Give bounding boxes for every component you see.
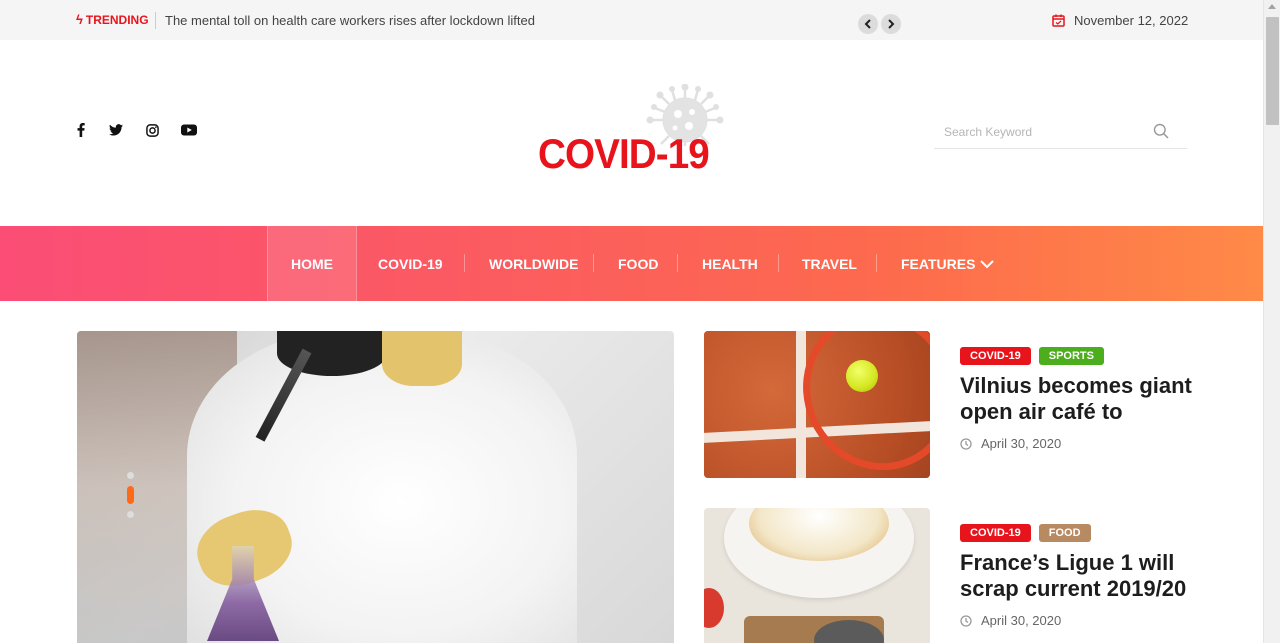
nav-item-home[interactable]: HOME: [267, 226, 357, 301]
slider-dot-active[interactable]: [127, 486, 134, 504]
chevron-right-icon: [888, 19, 895, 29]
article-thumbnail[interactable]: [704, 508, 930, 643]
article-date: April 30, 2020: [981, 436, 1062, 451]
search-input[interactable]: [944, 125, 1144, 139]
facebook-icon: [77, 123, 85, 137]
facebook-link[interactable]: [73, 122, 89, 138]
search-icon[interactable]: [1153, 123, 1169, 139]
main-nav: HOME COVID-19 WORLDWIDE FOOD HEALTH TRAV…: [0, 226, 1263, 301]
article-thumbnail[interactable]: [704, 331, 930, 478]
top-bar: ϟ TRENDING The mental toll on health car…: [0, 0, 1263, 40]
nav-divider: [677, 254, 678, 272]
site-logo[interactable]: COVID-19: [538, 84, 728, 177]
scroll-up-arrow[interactable]: [1268, 4, 1276, 9]
calendar-icon: [1052, 14, 1065, 27]
trending-divider: [155, 12, 156, 29]
tag-covid-19[interactable]: COVID-19: [960, 524, 1031, 542]
nav-divider: [593, 254, 594, 272]
clock-icon: [960, 614, 972, 627]
nav-item-travel[interactable]: TRAVEL: [802, 226, 857, 301]
chevron-down-icon: [980, 259, 995, 268]
twitter-icon: [109, 124, 123, 136]
trending-next-button[interactable]: [881, 14, 901, 34]
scroll-thumb[interactable]: [1266, 17, 1279, 125]
page-scrollbar[interactable]: [1263, 0, 1280, 643]
clock-icon: [960, 437, 972, 450]
nav-item-health[interactable]: HEALTH: [702, 226, 758, 301]
article-date: April 30, 2020: [981, 613, 1062, 628]
article-meta: April 30, 2020: [960, 436, 1061, 451]
youtube-link[interactable]: [181, 122, 197, 138]
tag-sports[interactable]: SPORTS: [1038, 347, 1104, 365]
chevron-left-icon: [864, 19, 871, 29]
tag-food[interactable]: FOOD: [1038, 524, 1091, 542]
current-date: November 12, 2022: [1052, 13, 1188, 28]
instagram-icon: [145, 123, 159, 137]
article-meta: April 30, 2020: [960, 613, 1061, 628]
twitter-link[interactable]: [108, 122, 124, 138]
tennis-ball: [846, 360, 878, 392]
nav-item-covid-19[interactable]: COVID-19: [378, 226, 443, 301]
nav-divider: [464, 254, 465, 272]
slider-dots: [127, 472, 134, 518]
search-box: [934, 114, 1187, 149]
food-apple: [704, 588, 724, 628]
article-title[interactable]: France’s Ligue 1 will scrap current 2019…: [960, 550, 1200, 602]
bolt-icon: ϟ: [76, 12, 83, 27]
slider-dot[interactable]: [127, 511, 134, 518]
article-title[interactable]: Vilnius becomes giant open air café to: [960, 373, 1200, 425]
nav-divider: [876, 254, 877, 272]
trending-text: TRENDING: [85, 12, 149, 27]
hero-slider[interactable]: [77, 331, 674, 643]
trending-prev-button[interactable]: [858, 14, 878, 34]
article-tags: COVID-19 FOOD: [960, 524, 1091, 542]
youtube-icon: [181, 124, 197, 136]
hero-image-glove: [382, 331, 462, 386]
date-text: November 12, 2022: [1074, 13, 1189, 28]
nav-item-features[interactable]: FEATURES: [901, 226, 995, 301]
logo-text: COVID-19: [538, 130, 710, 177]
trending-label: ϟ TRENDING: [76, 12, 149, 27]
nav-item-food[interactable]: FOOD: [618, 226, 658, 301]
instagram-link[interactable]: [144, 122, 160, 138]
tag-covid-19[interactable]: COVID-19: [960, 347, 1031, 365]
slider-dot[interactable]: [127, 472, 134, 479]
nav-item-worldwide[interactable]: WORLDWIDE: [489, 226, 578, 301]
nav-item-features-label: FEATURES: [901, 255, 976, 272]
article-tags: COVID-19 SPORTS: [960, 347, 1104, 365]
nav-divider: [778, 254, 779, 272]
trending-headline-link[interactable]: The mental toll on health care workers r…: [165, 13, 535, 28]
